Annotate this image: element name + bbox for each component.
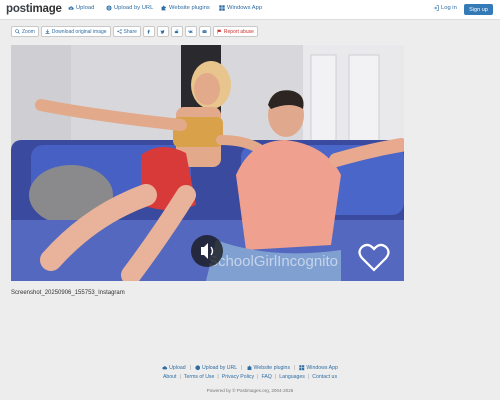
twitter-share-button[interactable] [156,26,169,37]
nav-upload-by-url-label: Upload by URL [114,5,154,11]
reddit-icon [175,29,179,34]
zoom-button[interactable]: Zoom [11,26,39,37]
nav-upload-by-url-link[interactable]: Upload by URL [106,5,153,11]
watermark-text: SchoolGirlIncognito [208,253,338,270]
twitter-icon [160,30,165,34]
powered-by-text: Powered by © Postimages.org, 2004-2025 [206,388,294,393]
footer-upload-by-url-link[interactable]: Upload by URL [195,365,237,371]
footer-contact-link[interactable]: Contact us [312,374,337,380]
logo-text-image: image [29,3,62,15]
nav-website-plugins-label: Website plugins [169,5,210,11]
postimage-logo[interactable]: postimage [6,3,62,15]
signup-button[interactable]: Sign up [464,4,493,15]
report-abuse-button[interactable]: Report abuse [212,26,258,37]
footer-faq-link[interactable]: FAQ [261,374,271,380]
flag-icon [217,29,222,34]
footer-separator: | [294,365,296,371]
facebook-share-button[interactable] [142,26,155,37]
zoom-icon [15,29,20,34]
image-caption: Screenshot_20250906_155753_Instagram [11,290,125,296]
zoom-label: Zoom [22,28,35,35]
footer-links-primary: Upload | Upload by URL | Website plugins… [0,365,500,371]
footer-separator: | [241,365,243,371]
vk-icon [188,30,194,33]
image-toolbar: Zoom Download original image Share Repor… [11,26,258,37]
vk-share-button[interactable] [184,26,197,37]
nav-windows-app-link[interactable]: Windows App [219,5,262,11]
footer-upload-label: Upload [169,365,186,371]
windows-icon [219,5,225,11]
footer-links-secondary: About | Terms of Use | Privacy Policy | … [0,374,500,380]
nav-upload-label: Upload [76,5,95,11]
nav-website-plugins-link[interactable]: Website plugins [161,5,210,11]
email-share-button[interactable] [198,26,211,37]
footer-separator: | [189,365,191,371]
nav-windows-app-label: Windows App [227,5,263,11]
share-label: Share [123,28,137,35]
sign-in-icon [433,5,439,11]
globe-icon [195,365,201,371]
footer-upload-link[interactable]: Upload [162,365,186,371]
puzzle-icon [247,365,251,371]
top-navbar: postimage Upload Upload by URL Website p… [0,0,500,20]
report-abuse-label: Report abuse [223,28,254,35]
main-image[interactable]: SchoolGirlIncognito [11,45,404,281]
footer-privacy-link[interactable]: Privacy Policy [222,374,254,380]
login-label: Log in [441,5,457,11]
footer-upload-by-url-label: Upload by URL [201,365,238,371]
share-button[interactable]: Share [112,26,141,37]
footer-separator: | [179,374,181,380]
windows-icon [299,365,305,371]
download-icon [45,29,50,34]
footer-separator: | [257,374,259,380]
facebook-icon [147,29,151,34]
footer-windows-app-link[interactable]: Windows App [299,365,338,371]
footer-windows-app-label: Windows App [306,365,338,371]
footer-separator: | [274,374,277,380]
footer-terms-link[interactable]: Terms of Use [184,374,215,380]
cloud-upload-icon [162,366,168,370]
footer-separator: | [217,374,219,380]
email-icon [202,30,207,33]
share-icon [116,29,122,34]
download-label: Download original image [51,28,107,35]
footer-website-plugins-label: Website plugins [253,365,291,371]
nav-upload-link[interactable]: Upload [68,5,94,11]
download-original-button[interactable]: Download original image [40,26,111,37]
footer-website-plugins-link[interactable]: Website plugins [247,365,291,371]
photo-illustration: SchoolGirlIncognito [11,45,404,281]
logo-text-post: post [6,3,30,15]
footer-separator: | [307,374,310,380]
puzzle-icon [161,5,166,11]
login-link[interactable]: Log in [433,5,457,11]
globe-icon [106,5,112,11]
footer-about-link[interactable]: About [163,374,177,380]
footer-languages-link[interactable]: Languages [279,374,305,380]
cloud-upload-icon [68,6,74,10]
reddit-share-button[interactable] [170,26,183,37]
